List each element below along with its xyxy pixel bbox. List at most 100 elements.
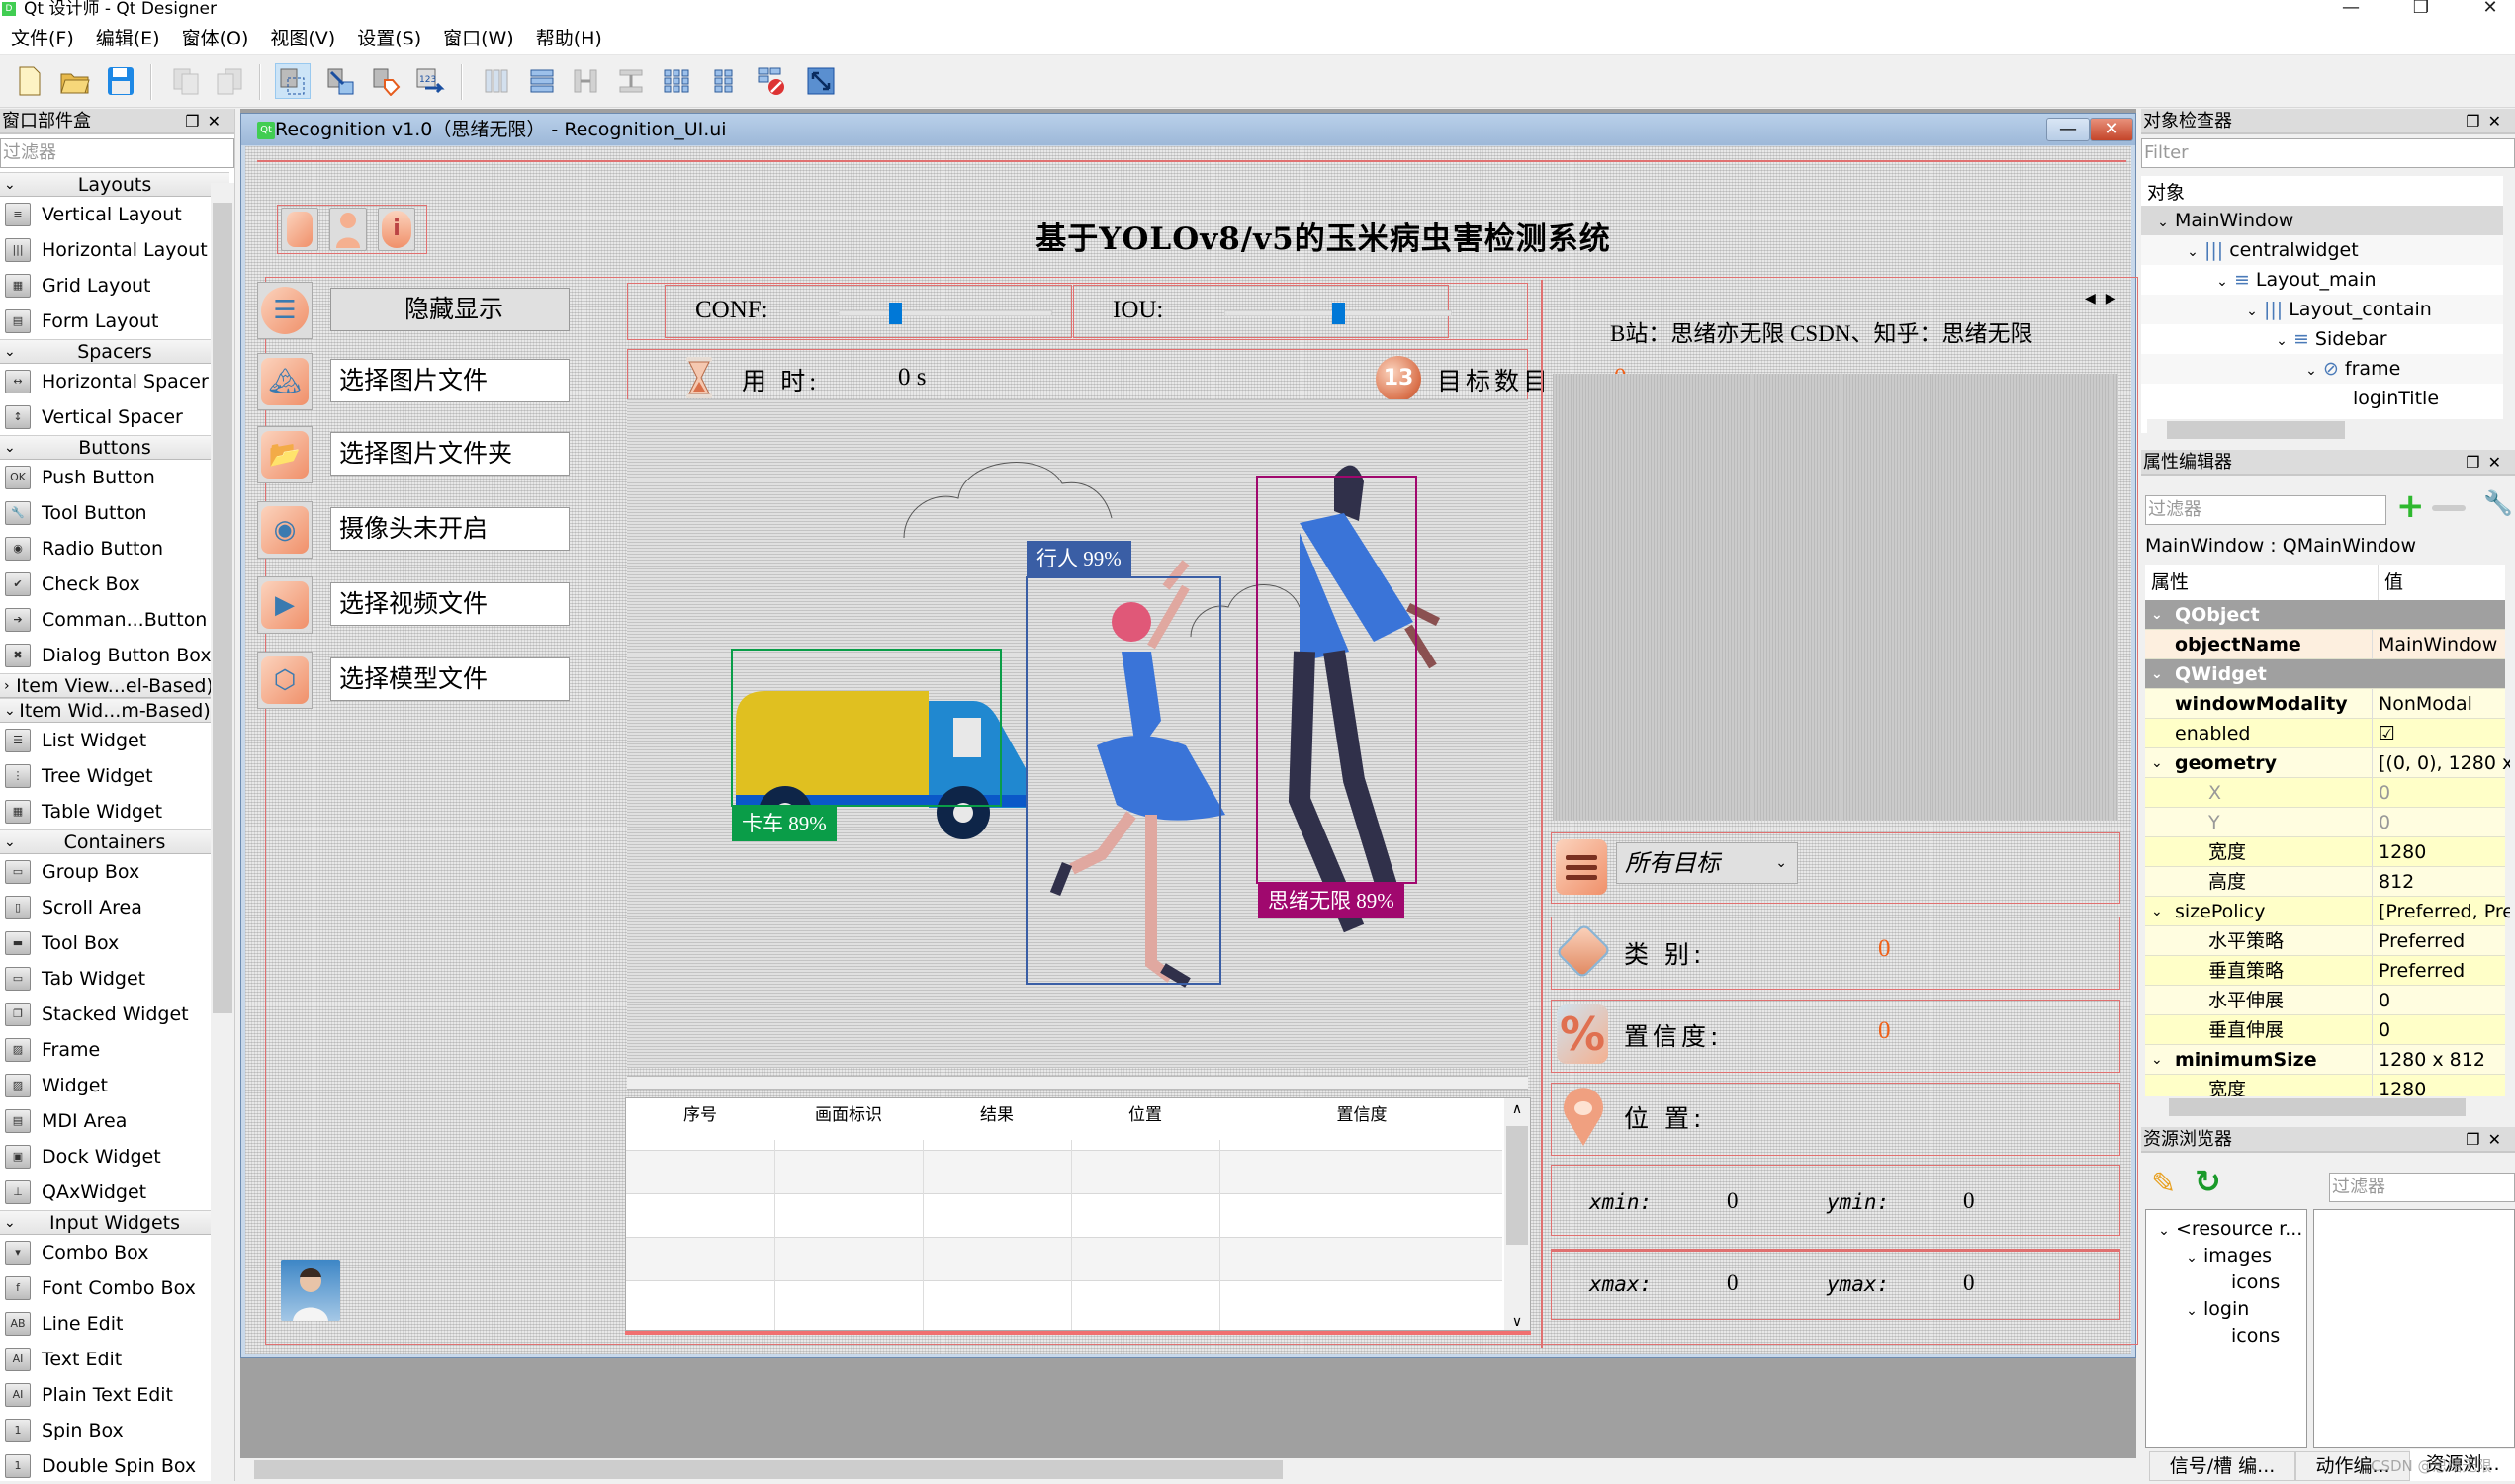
object-tree-item[interactable]: ⌄ ≡ Sidebar [2141,324,2503,354]
float-icon[interactable]: ❐ [2466,453,2487,472]
property-value[interactable]: Preferred [2372,956,2510,986]
configure-icon[interactable]: 🔧 [2483,489,2513,517]
widget-item[interactable]: ✖ Dialog Button Box [0,638,229,673]
resource-tree-item[interactable]: icons [2146,1323,2306,1350]
widget-item[interactable]: 1 Spin Box [0,1413,229,1448]
sidebar-button[interactable]: 选择图片文件夹 [330,432,570,476]
col-header-frame-id[interactable]: 画面标识 [774,1098,923,1140]
sidebar-button[interactable]: 摄像头未开启 [330,507,570,551]
folder-icon[interactable]: 📂 [257,426,313,483]
widget-category[interactable]: ⌄ Input Widgets [0,1210,229,1235]
edit-resources-icon[interactable]: ✎ [2151,1167,2176,1201]
user-icon[interactable] [329,208,367,251]
property-row[interactable]: ⌄geometry[(0, 0), 1280 x ... [2145,748,2510,778]
reload-icon[interactable]: ↻ [2195,1163,2221,1200]
col-header-result[interactable]: 结果 [923,1098,1071,1140]
widget-category[interactable]: ⌄ Item Wid...m-Based) [0,698,229,723]
property-row[interactable]: 高度 812 [2145,867,2505,897]
widget-item[interactable]: ↕ Vertical Spacer [0,399,229,435]
widget-category[interactable]: ⌄ Buttons [0,435,229,460]
chevron-down-icon[interactable]: ⌄ [2299,356,2323,386]
widget-item[interactable]: ➔ Comman...Button [0,602,229,638]
mdi-h-scrollbar[interactable] [240,1458,2136,1481]
table-row[interactable] [626,1280,1502,1324]
object-tree-item[interactable]: ⌄ ≡ Layout_main [2141,265,2503,295]
form-close-button[interactable]: ✕ [2090,118,2133,141]
layout-h-splitter-icon[interactable] [568,63,603,99]
property-value[interactable]: ☑ [2372,719,2510,748]
object-filter-input[interactable]: Filter [2141,138,2515,168]
layout-form-icon[interactable] [706,63,742,99]
widget-box-scrollbar[interactable] [211,183,234,1481]
chevron-down-icon[interactable]: ⌄ [2180,1245,2203,1271]
close-button[interactable]: ✕ [2470,0,2510,18]
sidebar-button[interactable]: 选择模型文件 [330,657,570,701]
widget-item[interactable]: ▣ Dock Widget [0,1139,229,1175]
restore-button[interactable]: ❐ [2401,0,2441,18]
widget-item[interactable]: f Font Combo Box [0,1270,229,1306]
layout-v-splitter-icon[interactable] [613,63,649,99]
property-row[interactable]: 水平伸展 0 [2145,986,2505,1015]
widget-item[interactable]: ≡ Vertical Layout [0,197,229,232]
tab-signal-slot-editor[interactable]: 信号/槽 编... [2149,1451,2295,1481]
property-row[interactable]: ⌄sizePolicy[Preferred, Pre... [2145,897,2510,926]
property-row[interactable]: ⌄ QWidget [2145,659,2505,689]
widget-category[interactable]: › Item View...el-Based) [0,673,229,698]
image-icon[interactable]: 🏔 [257,353,313,410]
property-filter-input[interactable]: 过滤器 [2145,495,2386,525]
widget-item[interactable]: ▨ Frame [0,1032,229,1068]
table-v-scrollbar[interactable]: ∧ ∨ [1504,1098,1530,1330]
info-icon[interactable]: i [378,208,415,251]
float-icon[interactable]: ❐ [2466,112,2487,131]
float-icon[interactable]: ❐ [2466,1130,2487,1149]
col-header-index[interactable]: 序号 [626,1098,774,1140]
object-tree-item[interactable]: ⌄ ||| centralwidget [2141,235,2503,265]
widget-item[interactable]: ▨ Widget [0,1068,229,1103]
bring-front-icon[interactable] [168,63,204,99]
camera-icon[interactable]: ◉ [257,501,313,559]
conf-slider[interactable] [839,303,1052,324]
new-file-icon[interactable] [12,63,47,99]
edit-tab-order-icon[interactable]: 123 [413,63,449,99]
cube-icon[interactable]: ⬡ [257,652,313,709]
sidebar-button[interactable]: 隐藏显示 [330,288,570,331]
widget-item[interactable]: ▤ MDI Area [0,1103,229,1139]
chevron-down-icon[interactable]: ⌄ [2151,208,2175,237]
widget-item[interactable]: ✔ Check Box [0,567,229,602]
resource-tree-item[interactable]: ⌄ images [2146,1243,2306,1269]
widget-item[interactable]: ◉ Radio Button [0,531,229,567]
widget-item[interactable]: ⋮ Tree Widget [0,758,229,794]
layout-horizontal-icon[interactable] [479,63,514,99]
chevron-down-icon[interactable]: ⌄ [2240,297,2264,326]
object-column-header[interactable]: 对象 [2141,176,2503,206]
chevron-down-icon[interactable]: ⌄ [2181,237,2204,267]
edit-buddies-icon[interactable] [368,63,404,99]
iou-slider-thumb[interactable] [1331,303,1345,324]
chevron-down-icon[interactable]: ⌄ [2270,326,2293,356]
value-col-header[interactable]: 值 [2378,565,2403,600]
property-row[interactable]: Y0 [2145,808,2505,837]
widget-item[interactable]: ☰ List Widget [0,723,229,758]
property-row[interactable]: windowModality NonModal [2145,689,2505,719]
break-layout-icon[interactable] [754,63,789,99]
widget-item[interactable]: ||| Horizontal Layout [0,232,229,268]
widget-category[interactable]: ⌄ Layouts [0,172,229,197]
property-row[interactable]: X0 [2145,778,2505,808]
widget-item[interactable]: ↔ Horizontal Spacer [0,364,229,399]
menu-edit[interactable]: 编辑(E) [85,22,171,55]
property-value[interactable]: 1280 x 812 [2372,1045,2510,1075]
col-header-position[interactable]: 位置 [1071,1098,1219,1140]
minimize-button[interactable]: — [2331,0,2371,18]
save-icon[interactable] [281,208,318,251]
menu-help[interactable]: 帮助(H) [525,22,613,55]
splitter-handle[interactable] [627,1076,1528,1090]
edit-widgets-icon[interactable] [275,63,311,99]
property-value[interactable]: Preferred [2372,926,2510,956]
resource-tree-item[interactable]: icons [2146,1269,2306,1296]
chevron-down-icon[interactable]: ⌄ [2152,1218,2176,1245]
save-icon[interactable] [103,63,138,99]
sidebar-button[interactable]: 选择视频文件 [330,582,570,626]
widget-item[interactable]: ▭ Tab Widget [0,961,229,997]
property-row[interactable]: objectName MainWindow [2145,630,2505,659]
widget-item[interactable]: ▬ Tool Box [0,925,229,961]
